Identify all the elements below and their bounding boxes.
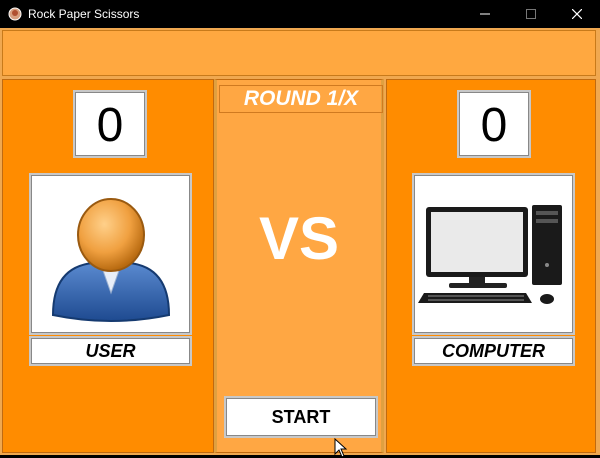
close-icon	[571, 8, 583, 20]
minimize-button[interactable]	[462, 0, 508, 28]
round-indicator: ROUND 1/X	[219, 85, 383, 113]
user-image-box	[29, 173, 192, 335]
user-avatar-icon	[51, 198, 171, 322]
computer-icon	[418, 205, 562, 304]
game-area: 0 USER ROUND 1/X VS START 0 COMPUTER	[0, 28, 600, 458]
minimize-icon	[480, 13, 490, 15]
user-score: 0	[73, 90, 147, 158]
window-title: Rock Paper Scissors	[28, 7, 140, 21]
close-button[interactable]	[554, 0, 600, 28]
versus-text: VS	[258, 205, 340, 272]
top-banner	[2, 30, 596, 76]
computer-image-box	[412, 173, 575, 335]
computer-score: 0	[457, 90, 531, 158]
computer-label: COMPUTER	[412, 336, 575, 366]
user-label: USER	[29, 336, 192, 366]
app-icon	[8, 7, 22, 21]
title-bar: Rock Paper Scissors	[0, 0, 600, 28]
start-button[interactable]: START	[224, 396, 378, 438]
maximize-button[interactable]	[508, 0, 554, 28]
mouse-cursor-icon	[334, 438, 348, 458]
maximize-icon	[526, 9, 536, 19]
